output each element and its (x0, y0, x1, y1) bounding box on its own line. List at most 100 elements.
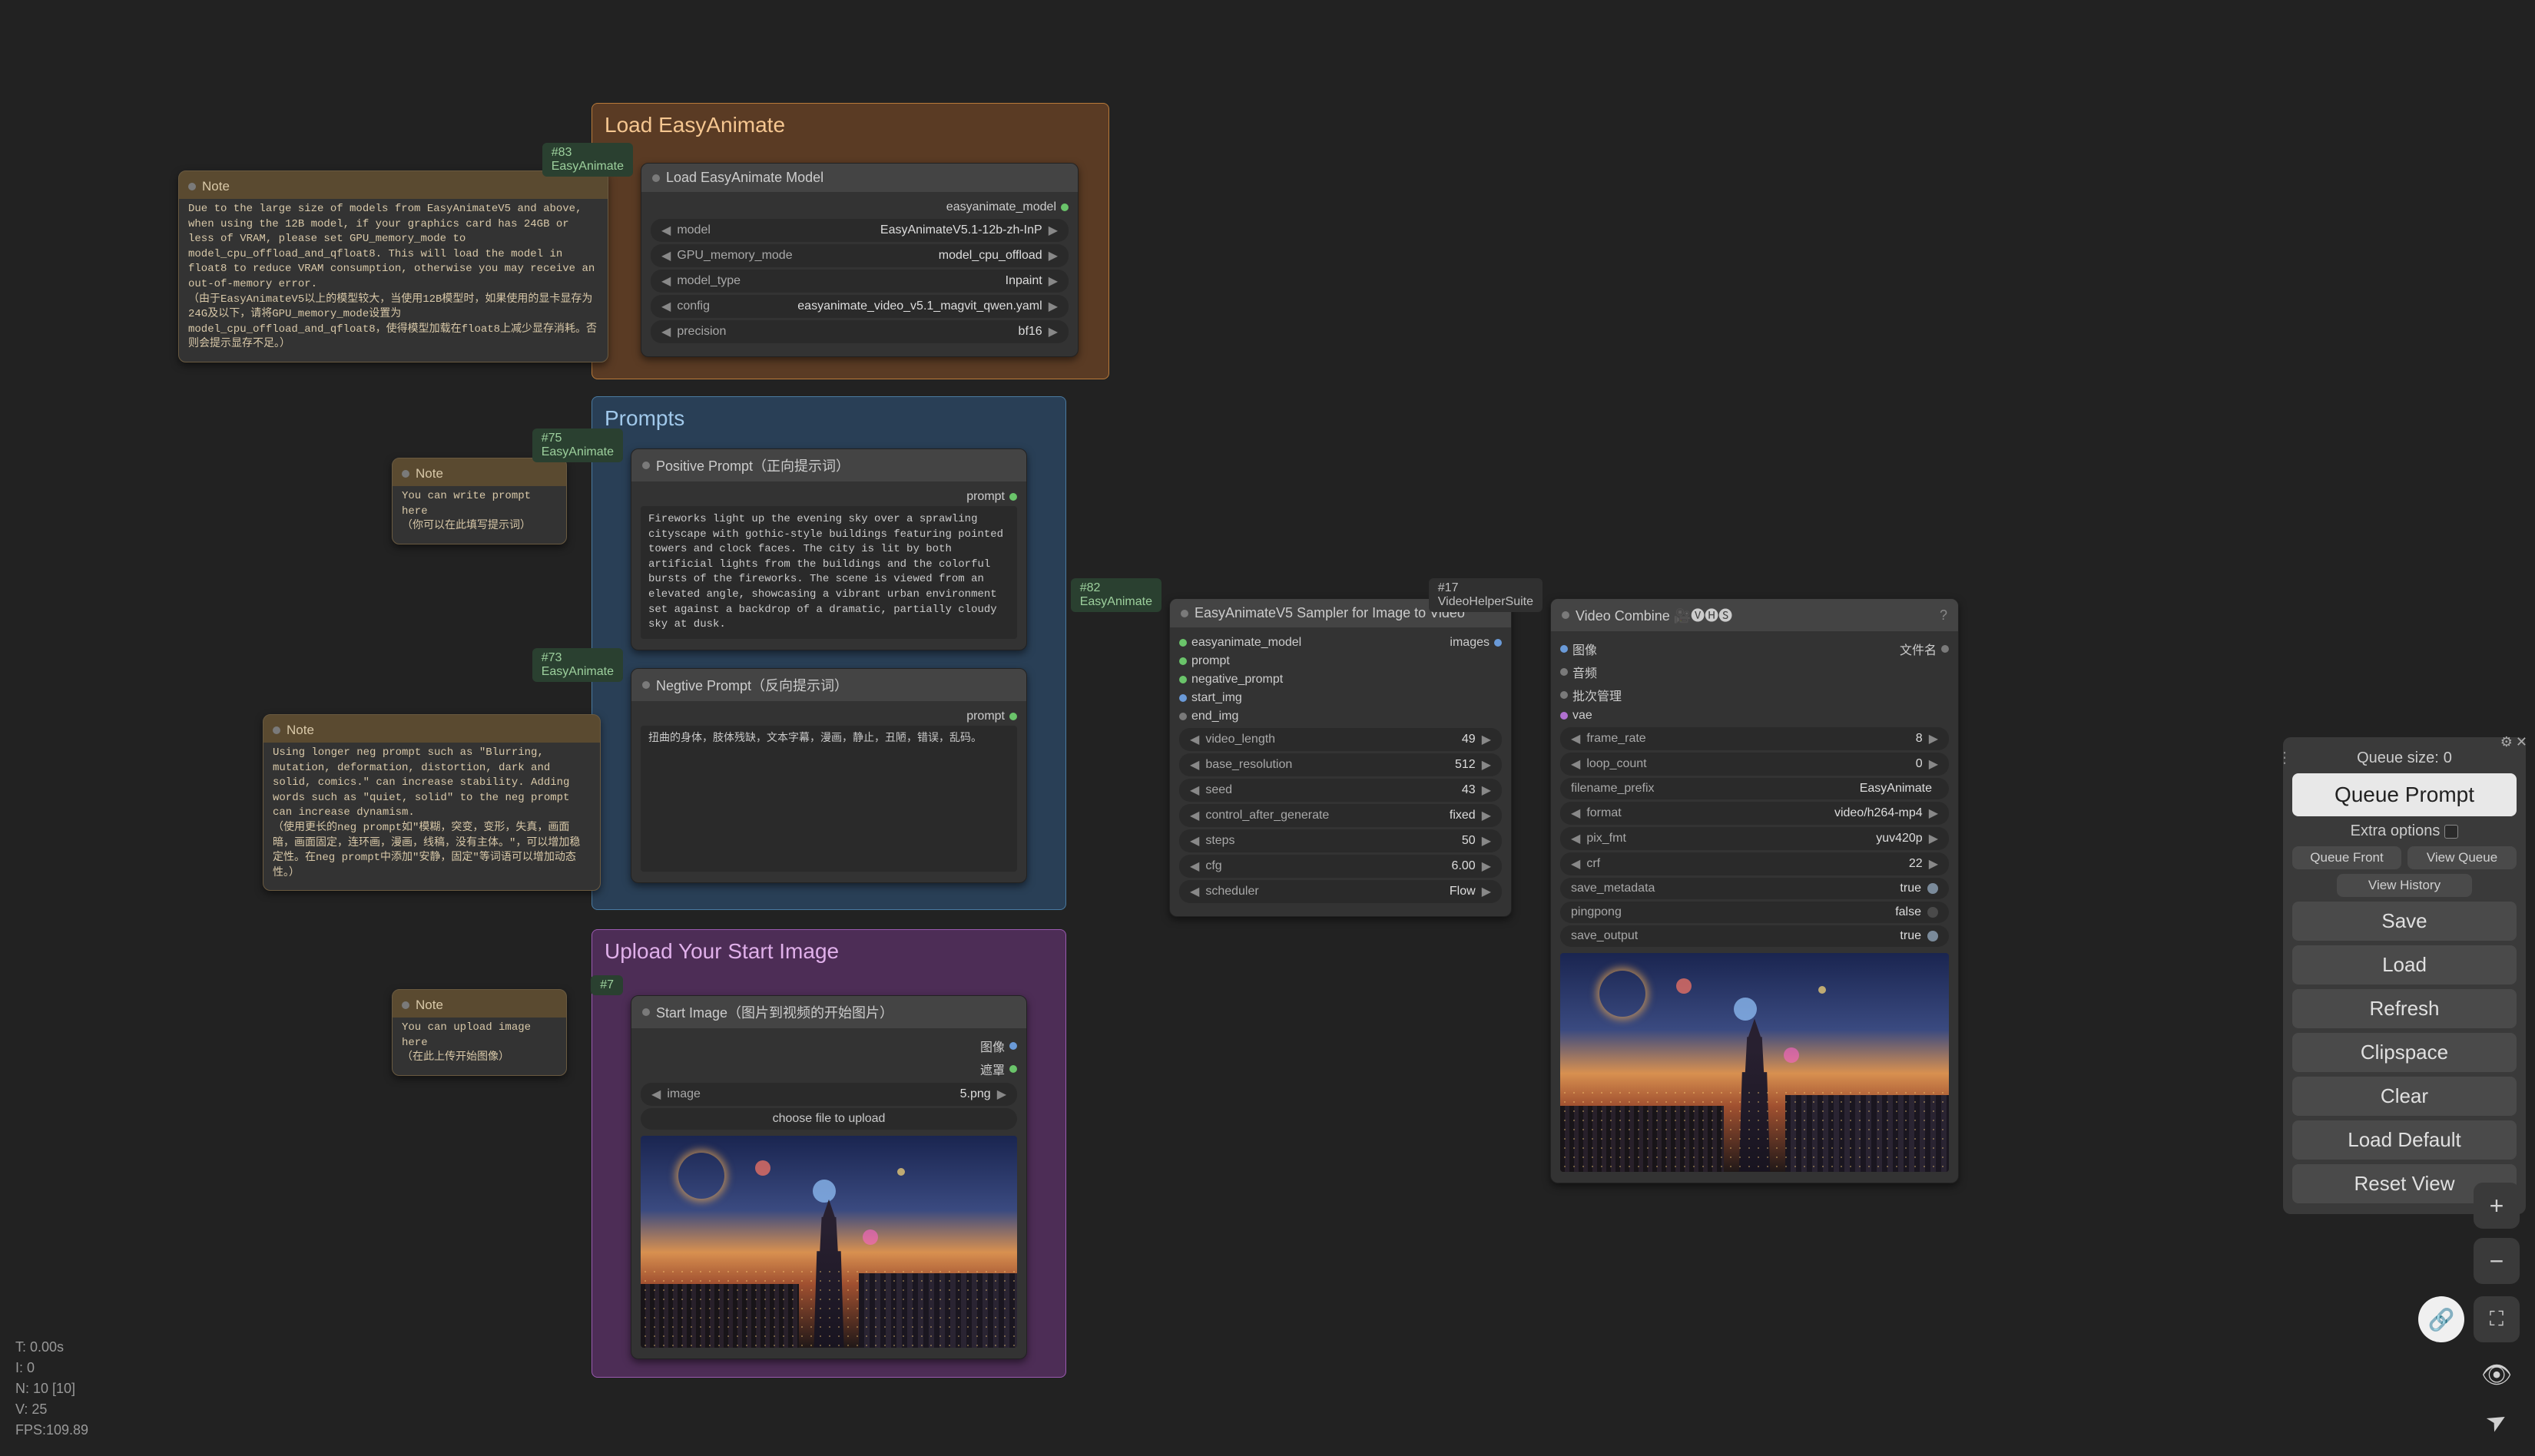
output-label: easyanimate_model (946, 200, 1056, 214)
upload-file-button[interactable]: choose file to upload (641, 1108, 1017, 1130)
param-save-metadata[interactable]: save_metadatatrue (1560, 878, 1949, 899)
node-title: Video Combine 🎥🅥🅗🅢 (1576, 605, 1732, 625)
input-port-icon[interactable] (1560, 668, 1568, 676)
note-text: Due to the large size of models from Eas… (188, 202, 598, 352)
prompt-textarea[interactable]: Fireworks light up the evening sky over … (641, 506, 1017, 639)
neg-prompt-textarea[interactable]: 扭曲的身体，肢体残缺，文本字幕，漫画，静止，丑陋，错误，乱码。 (641, 726, 1017, 872)
save-button[interactable]: Save (2292, 902, 2517, 941)
param-model[interactable]: ◀modelEasyAnimateV5.1-12b-zh-InP▶ (651, 219, 1069, 242)
node-dot-icon (188, 183, 196, 190)
param-save-output[interactable]: save_outputtrue (1560, 925, 1949, 947)
group-title: Upload Your Start Image (605, 939, 1053, 964)
note-text: Using longer neg prompt such as "Blurrin… (273, 746, 591, 881)
input-port-icon[interactable] (1179, 694, 1187, 702)
node-dot-icon (1181, 610, 1188, 617)
output-label: prompt (966, 490, 1005, 504)
param-format[interactable]: ◀formatvideo/h264-mp4▶ (1560, 802, 1949, 825)
node-dot-icon (402, 1001, 409, 1009)
link-button[interactable]: 🔗 (2418, 1296, 2464, 1342)
note-neg-prompt-tip[interactable]: Note Using longer neg prompt such as "Bl… (263, 714, 601, 891)
input-label: 音频 (1572, 663, 1597, 681)
param-gpu-memory-mode[interactable]: ◀GPU_memory_modemodel_cpu_offload▶ (651, 244, 1069, 267)
wires-overlay (0, 0, 230, 115)
node-tag: #83 EasyAnimate (542, 143, 633, 177)
node-tag: #73 EasyAnimate (532, 648, 623, 682)
note-title-label: Note (287, 723, 314, 738)
param-seed[interactable]: ◀seed43▶ (1179, 779, 1502, 802)
fit-view-button[interactable]: ⛶ (2474, 1296, 2520, 1342)
zoom-in-button[interactable]: + (2474, 1183, 2520, 1229)
input-label: start_img (1191, 691, 1242, 705)
output-port-icon[interactable] (1941, 645, 1949, 653)
output-port-icon[interactable] (1009, 1042, 1017, 1050)
param-crf[interactable]: ◀crf22▶ (1560, 852, 1949, 875)
param-image-file[interactable]: ◀image5.png▶ (641, 1083, 1017, 1106)
send-button[interactable]: ➤ (2465, 1389, 2528, 1452)
input-label: negative_prompt (1191, 673, 1283, 687)
output-port-icon[interactable] (1009, 713, 1017, 720)
param-video-length[interactable]: ◀video_length49▶ (1179, 728, 1502, 751)
load-default-button[interactable]: Load Default (2292, 1120, 2517, 1160)
param-filename-prefix[interactable]: filename_prefixEasyAnimate (1560, 778, 1949, 799)
param-scheduler[interactable]: ◀schedulerFlow▶ (1179, 880, 1502, 903)
queue-size-row: Queue size:0 (2292, 748, 2517, 769)
clipspace-button[interactable]: Clipspace (2292, 1033, 2517, 1072)
toggle-icon (1927, 907, 1938, 918)
param-cfg[interactable]: ◀cfg6.00▶ (1179, 855, 1502, 878)
clear-button[interactable]: Clear (2292, 1077, 2517, 1116)
refresh-button[interactable]: Refresh (2292, 989, 2517, 1028)
param-pix-fmt[interactable]: ◀pix_fmtyuv420p▶ (1560, 827, 1949, 850)
param-frame-rate[interactable]: ◀frame_rate8▶ (1560, 727, 1949, 750)
input-port-icon[interactable] (1179, 639, 1187, 647)
note-write-prompt[interactable]: Note You can write prompt here （你可以在此填写提… (392, 458, 567, 544)
zoom-out-button[interactable]: − (2474, 1238, 2520, 1284)
note-upload-image[interactable]: Note You can upload image here （在此上传开始图像… (392, 989, 567, 1076)
note-text: You can upload image here （在此上传开始图像） (402, 1021, 557, 1066)
input-port-icon[interactable] (1179, 713, 1187, 720)
output-port-icon[interactable] (1009, 1065, 1017, 1073)
view-history-button[interactable]: View History (2337, 874, 2471, 897)
output-port-icon[interactable] (1494, 639, 1502, 647)
close-icon[interactable]: ✕ (2516, 734, 2527, 750)
load-button[interactable]: Load (2292, 945, 2517, 984)
extra-options-checkbox[interactable] (2444, 825, 2458, 839)
input-port-icon[interactable] (1179, 676, 1187, 683)
input-port-icon[interactable] (1560, 691, 1568, 699)
node-canvas[interactable]: Load EasyAnimate Prompts Upload Your Sta… (0, 0, 2535, 1456)
input-label: end_img (1191, 710, 1238, 723)
input-port-icon[interactable] (1560, 712, 1568, 720)
output-port-icon[interactable] (1061, 204, 1069, 211)
input-port-icon[interactable] (1179, 657, 1187, 665)
visibility-button[interactable]: 👁 (2474, 1352, 2520, 1398)
node-dot-icon (1562, 611, 1569, 619)
help-icon[interactable]: ? (1940, 607, 1947, 624)
param-control-after-generate[interactable]: ◀control_after_generatefixed▶ (1179, 804, 1502, 827)
param-model-type[interactable]: ◀model_typeInpaint▶ (651, 270, 1069, 293)
output-port-icon[interactable] (1009, 493, 1017, 501)
note-title-label: Note (202, 179, 230, 194)
toggle-icon (1927, 931, 1938, 941)
param-steps[interactable]: ◀steps50▶ (1179, 829, 1502, 852)
node-dot-icon (273, 726, 280, 734)
view-queue-button[interactable]: View Queue (2407, 846, 2517, 869)
node-title: Load EasyAnimate Model (666, 170, 823, 186)
node-dot-icon (642, 1008, 650, 1016)
input-port-icon[interactable] (1560, 645, 1568, 653)
queue-front-button[interactable]: Queue Front (2292, 846, 2401, 869)
note-vram-warning[interactable]: Note Due to the large size of models fro… (178, 170, 608, 362)
param-config[interactable]: ◀configeasyanimate_video_v5.1_magvit_qwe… (651, 295, 1069, 318)
node-tag: #82 EasyAnimate (1071, 578, 1161, 612)
param-base-resolution[interactable]: ◀base_resolution512▶ (1179, 753, 1502, 776)
node-title: Start Image（图片到视频的开始图片） (656, 1002, 893, 1022)
drag-handle-icon[interactable]: ⋮ (2277, 748, 2292, 767)
queue-panel[interactable]: ⋮ ⚙ ✕ Queue size:0 Queue Prompt Extra op… (2283, 737, 2526, 1214)
queue-prompt-button[interactable]: Queue Prompt (2292, 773, 2517, 816)
param-precision[interactable]: ◀precisionbf16▶ (651, 320, 1069, 343)
gear-icon[interactable]: ⚙ (2500, 734, 2513, 750)
node-title: Positive Prompt（正向提示词） (656, 455, 850, 475)
note-text: You can write prompt here （你可以在此填写提示词） (402, 489, 557, 534)
param-loop-count[interactable]: ◀loop_count0▶ (1560, 753, 1949, 776)
output-label: images (1450, 636, 1490, 650)
output-image-label: 图像 (980, 1037, 1005, 1055)
param-pingpong[interactable]: pingpongfalse (1560, 902, 1949, 923)
